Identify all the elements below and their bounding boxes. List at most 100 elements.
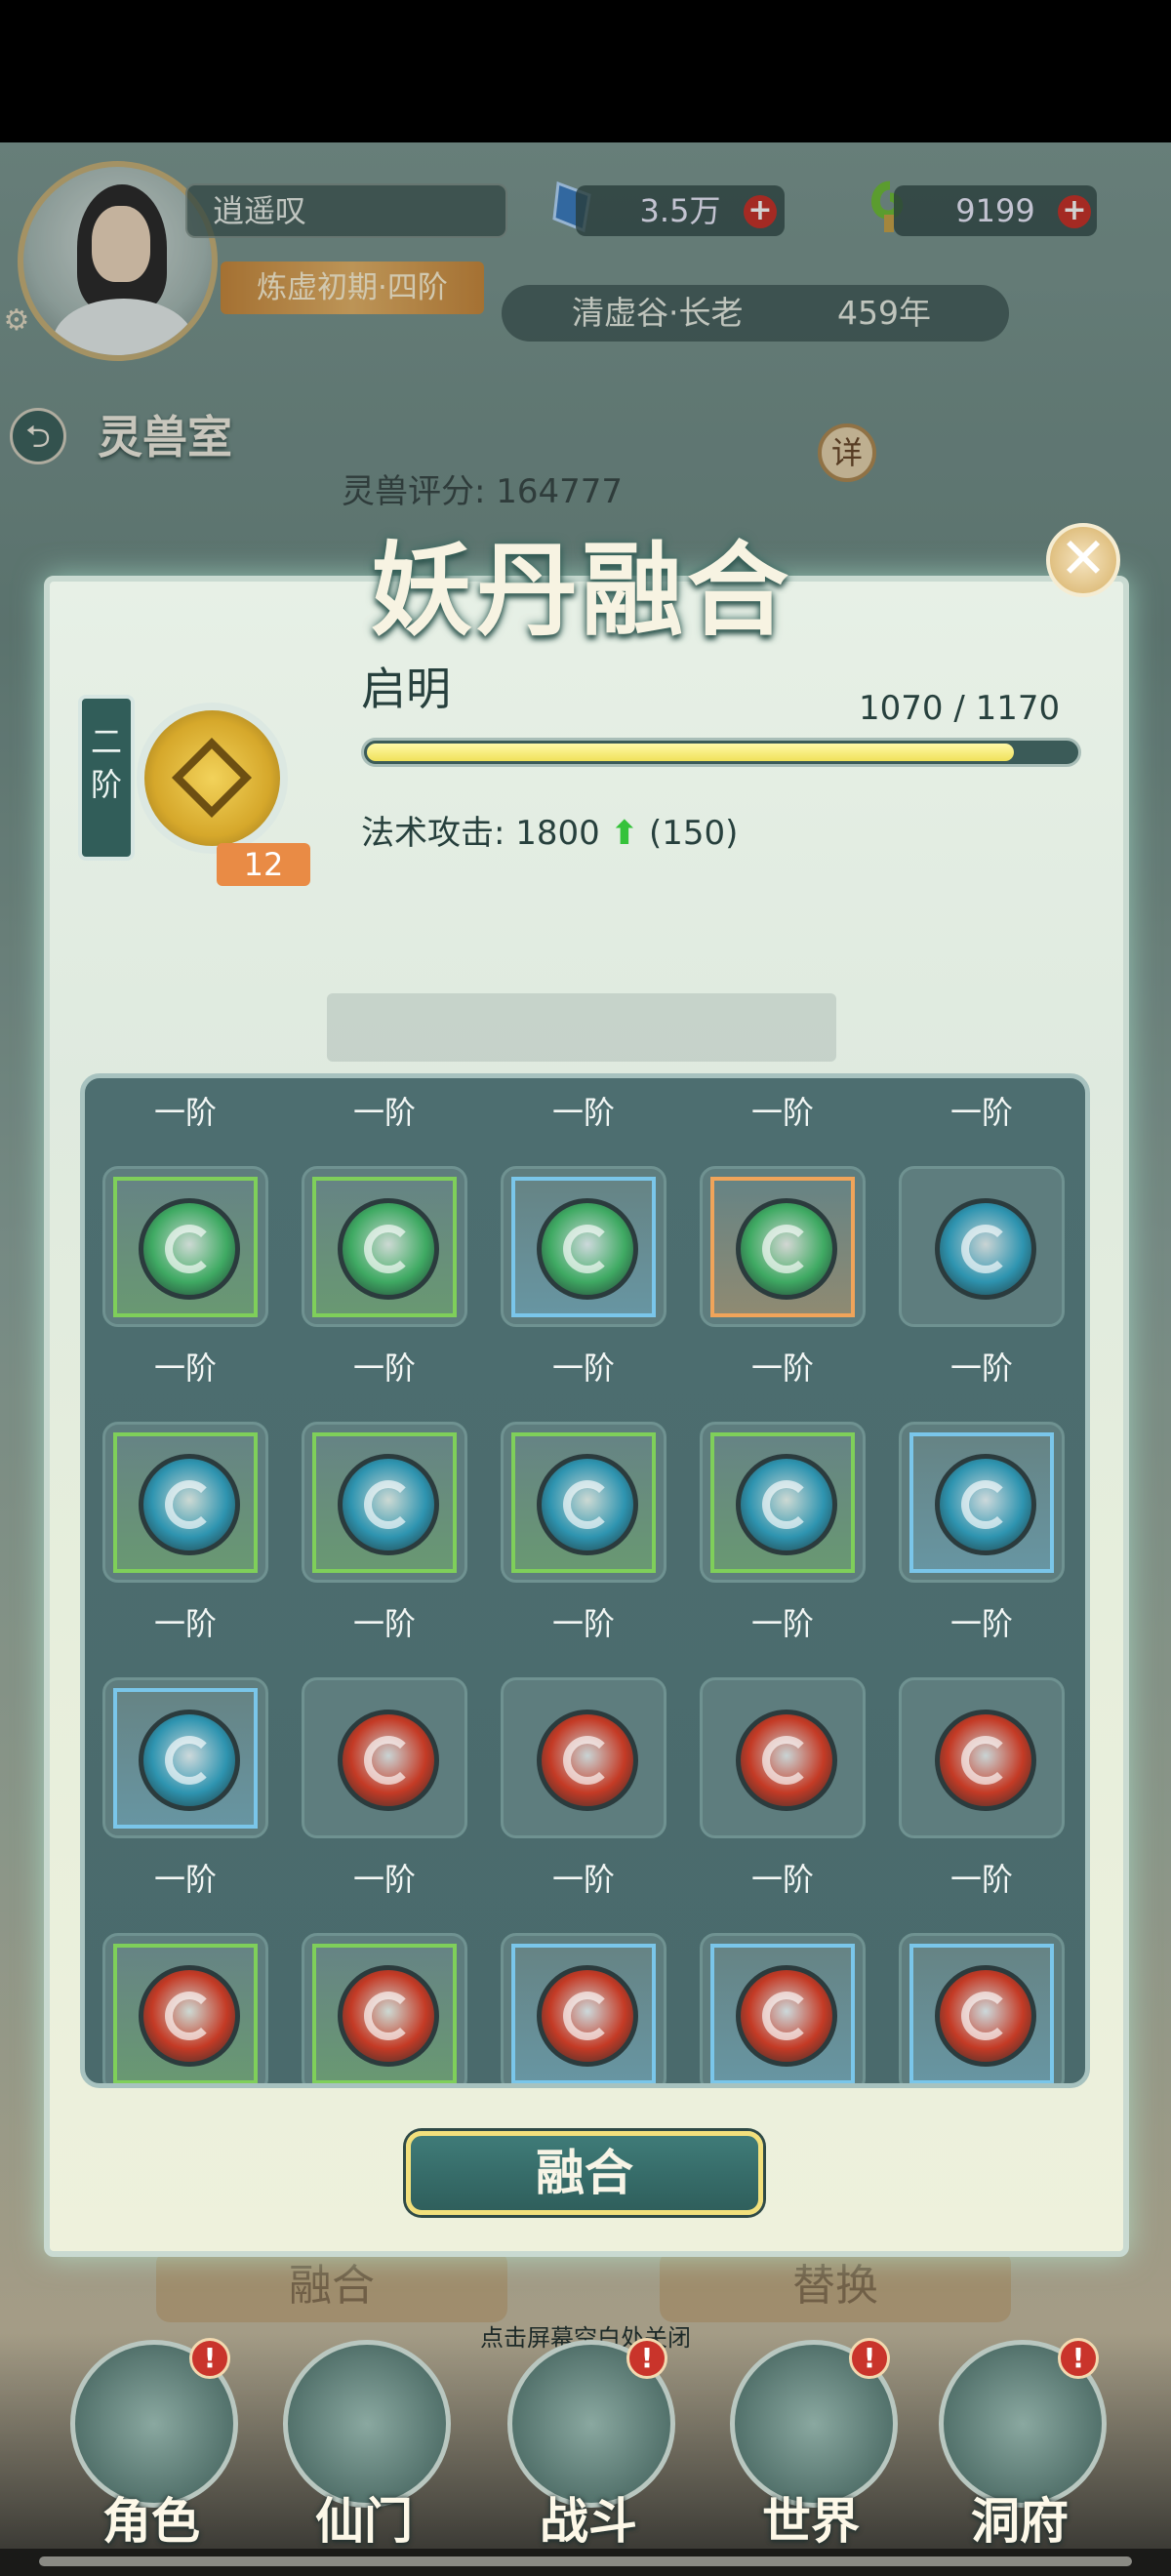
water-core-icon [139, 1710, 240, 1811]
fire-core-icon [736, 1965, 837, 2067]
nav-label: 战斗 [540, 2492, 637, 2550]
water-core-icon [935, 1454, 1036, 1555]
home-indicator[interactable] [39, 2556, 1132, 2566]
core-grid[interactable]: 一阶 一阶 一阶 一阶 一阶 一阶 一阶 一阶 一阶 一阶 一阶 一阶 一阶 一阶 一阶 一阶 一阶 一阶 一阶 一阶 [80, 1073, 1090, 2088]
core-slot[interactable] [501, 1677, 666, 1838]
wood-core-icon [338, 1198, 439, 1300]
stat-label: 法术攻击: [361, 814, 505, 853]
progress-fill [367, 744, 1015, 761]
core-slot[interactable] [501, 1933, 666, 2083]
core-slot[interactable] [102, 1933, 268, 2083]
core-tier-label: 一阶 [153, 1605, 217, 1642]
water-core-icon [935, 1198, 1036, 1300]
core-slot[interactable] [302, 1166, 467, 1327]
fire-core-icon [537, 1965, 638, 2067]
core-tier-label: 一阶 [551, 1094, 615, 1131]
stat-line: 法术攻击: 1800 ⬆ (150) [361, 806, 738, 854]
swirl-glyph [563, 1480, 612, 1529]
wood-core-icon [139, 1198, 240, 1300]
swirl-glyph [961, 1992, 1010, 2040]
nav-label: 洞府 [971, 2492, 1069, 2550]
fire-core-icon [139, 1965, 240, 2067]
swirl-glyph [563, 1736, 612, 1785]
nav-sect[interactable]: 仙门 [271, 2338, 457, 2550]
fire-core-icon [736, 1710, 837, 1811]
core-slot[interactable] [102, 1422, 268, 1583]
nav-world[interactable]: ! 世界 [718, 2338, 904, 2550]
progress-text: 1070 / 1170 [859, 689, 1061, 728]
swirl-glyph [961, 1480, 1010, 1529]
core-tier-label: 一阶 [352, 1094, 416, 1131]
core-slot[interactable] [302, 1933, 467, 2083]
core-tier-tag: 二阶 [78, 695, 135, 861]
core-tier-label: 一阶 [153, 1349, 217, 1387]
core-tier-label: 一阶 [949, 1861, 1013, 1898]
wood-core-icon [537, 1198, 638, 1300]
core-slot[interactable] [102, 1677, 268, 1838]
water-core-icon [338, 1454, 439, 1555]
fire-core-icon [537, 1710, 638, 1811]
water-core-icon [537, 1454, 638, 1555]
nav-label: 角色 [102, 2492, 200, 2550]
swirl-glyph [563, 1992, 612, 2040]
core-tier-label: 一阶 [750, 1861, 814, 1898]
modal-title: 妖丹融合 [371, 530, 793, 650]
core-slot[interactable] [501, 1166, 666, 1327]
swirl-glyph [364, 1225, 413, 1273]
core-name: 启明 [361, 663, 451, 715]
fire-core-icon [338, 1710, 439, 1811]
core-slot[interactable] [700, 1933, 866, 2083]
core-tier-label: 一阶 [352, 1605, 416, 1642]
alert-badge: ! [626, 2338, 667, 2379]
alert-badge: ! [1058, 2338, 1099, 2379]
swirl-glyph [762, 1992, 811, 2040]
core-tier-label: 一阶 [750, 1094, 814, 1131]
core-tier-label: 一阶 [750, 1605, 814, 1642]
swirl-glyph [165, 1992, 214, 2040]
nav-label: 世界 [762, 2492, 860, 2550]
swirl-glyph [364, 1480, 413, 1529]
nav-battle[interactable]: ! 战斗 [496, 2338, 681, 2550]
core-tier-label: 一阶 [153, 1861, 217, 1898]
water-core-icon [139, 1454, 240, 1555]
alert-badge: ! [849, 2338, 890, 2379]
fire-core-icon [935, 1965, 1036, 2067]
core-slot[interactable] [700, 1166, 866, 1327]
core-slot[interactable] [501, 1422, 666, 1583]
fuse-button[interactable]: 融合 [406, 2131, 763, 2215]
core-tier-label: 一阶 [551, 1605, 615, 1642]
core-tier-label: 一阶 [949, 1094, 1013, 1131]
status-bar [0, 0, 1171, 142]
blurred-bar [327, 993, 836, 1062]
core-slot[interactable] [899, 1933, 1065, 2083]
core-slot[interactable] [700, 1677, 866, 1838]
core-slot[interactable] [102, 1166, 268, 1327]
swirl-glyph [762, 1736, 811, 1785]
arrow-up-icon: ⬆ [610, 814, 639, 853]
core-slot[interactable] [302, 1422, 467, 1583]
nav-character[interactable]: ! 角色 [59, 2338, 244, 2550]
core-slot[interactable] [700, 1422, 866, 1583]
swirl-glyph [165, 1480, 214, 1529]
core-tier-label: 一阶 [352, 1861, 416, 1898]
core-tier-label: 一阶 [551, 1349, 615, 1387]
swirl-glyph [762, 1480, 811, 1529]
core-tier-label: 一阶 [153, 1094, 217, 1131]
core-slot[interactable] [302, 1677, 467, 1838]
nav-label: 仙门 [315, 2492, 413, 2550]
core-slot[interactable] [899, 1166, 1065, 1327]
progress-bar [361, 738, 1081, 767]
swirl-glyph [364, 1992, 413, 2040]
core-tier-label: 一阶 [551, 1861, 615, 1898]
nav-cave[interactable]: ! 洞府 [927, 2338, 1112, 2550]
swirl-glyph [364, 1736, 413, 1785]
alert-badge: ! [189, 2338, 230, 2379]
core-slot[interactable] [899, 1677, 1065, 1838]
core-tier-label: 一阶 [750, 1349, 814, 1387]
core-slot[interactable] [899, 1422, 1065, 1583]
close-button[interactable]: ✕ [1046, 523, 1120, 597]
swirl-glyph [165, 1225, 214, 1273]
swirl-glyph [961, 1225, 1010, 1273]
wood-core-icon [736, 1198, 837, 1300]
close-icon: ✕ [1059, 525, 1108, 591]
